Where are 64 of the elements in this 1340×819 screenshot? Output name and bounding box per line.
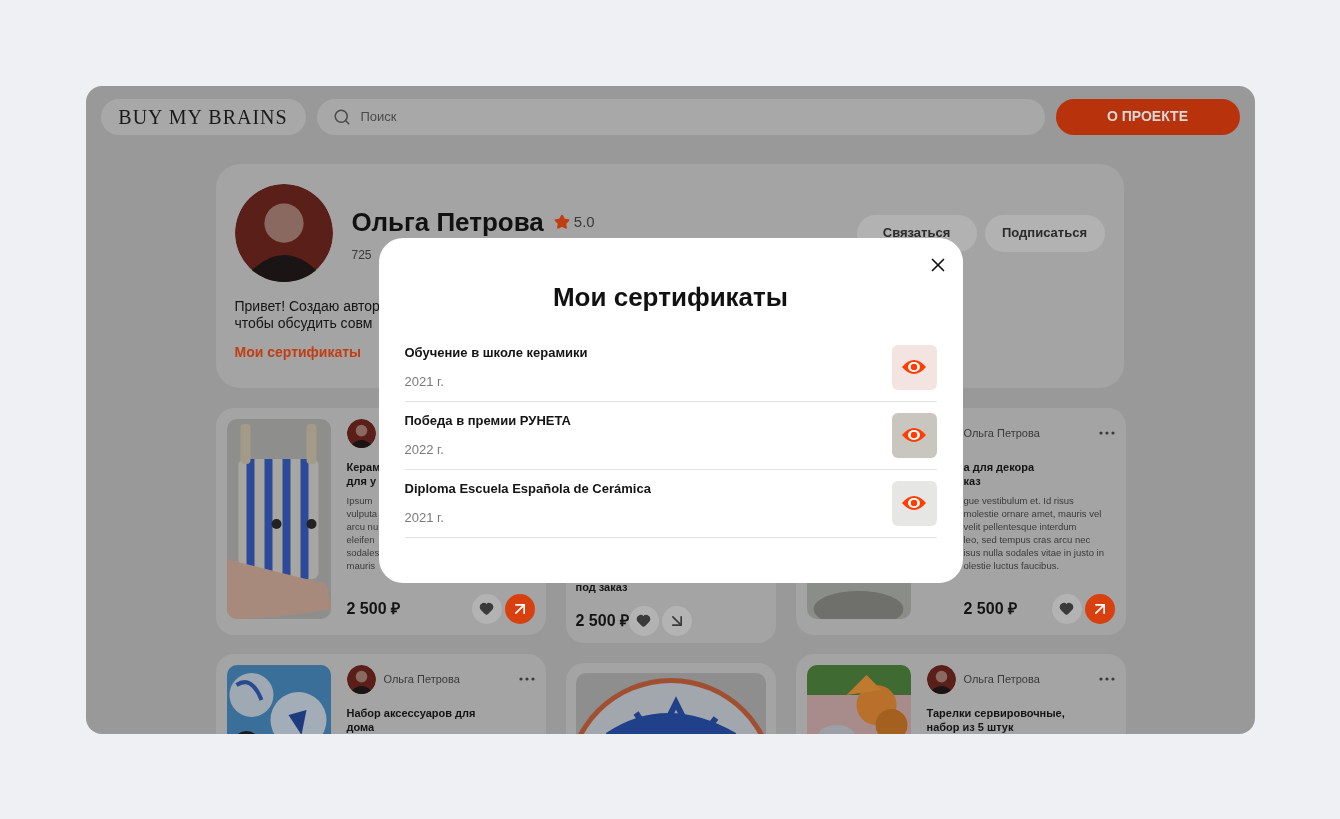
star-icon xyxy=(553,214,570,230)
profile-stats: 725 xyxy=(351,246,373,264)
product-title: а для декора xyxy=(963,459,1035,474)
profile-bio: чтобы обсудить совм xyxy=(234,314,373,332)
more-icon[interactable] xyxy=(1098,431,1115,435)
product-description: gue vestibulum et. Id risus xyxy=(963,493,1074,507)
certificate-title: Победа в премии РУНЕТА xyxy=(404,412,571,430)
product-title: набор из 5 штук xyxy=(926,719,1014,734)
heart-icon xyxy=(636,613,652,628)
product-description: eleifen xyxy=(346,532,375,546)
price: 2 500 ₽ xyxy=(346,598,400,619)
certificate-title: Diploma Escuela Española de Cerámica xyxy=(404,480,651,498)
product-description: mauris xyxy=(346,558,375,572)
rating: 5.0 xyxy=(573,211,595,232)
profile-action-button[interactable]: Подписаться xyxy=(984,214,1105,252)
price: 2 500 ₽ xyxy=(963,598,1017,619)
product-description: olestie luctus faucibus. xyxy=(963,558,1060,572)
search-field[interactable]: Поиск xyxy=(316,98,1045,135)
product-description: velit pellentesque interdum xyxy=(963,519,1077,533)
search-icon xyxy=(332,107,351,126)
view-certificate-button[interactable] xyxy=(891,344,937,390)
product-description: arcu nu xyxy=(346,519,379,533)
certificate-year: 2022 г. xyxy=(404,440,445,459)
author-name: Ольга Петрова xyxy=(963,671,1040,687)
open-button[interactable] xyxy=(504,593,535,624)
profile-name: Ольга Петрова xyxy=(351,205,544,239)
about-button[interactable]: О ПРОЕКТЕ xyxy=(1055,98,1240,135)
certificate-title: Обучение в школе керамики xyxy=(404,344,588,362)
product-title: для у xyxy=(346,473,377,488)
product-title: каз xyxy=(963,473,981,488)
product-description: Ipsum xyxy=(346,493,373,507)
view-certificate-button[interactable] xyxy=(891,480,937,526)
product-description: molestie ornare amet, mauris vel xyxy=(963,506,1102,520)
product-title: Керам xyxy=(346,459,381,474)
price: 2 500 ₽ xyxy=(575,610,629,631)
eye-icon xyxy=(901,426,927,444)
more-icon[interactable] xyxy=(518,677,535,681)
eye-icon xyxy=(901,494,927,512)
favorite-button[interactable] xyxy=(471,593,502,624)
certificate-year: 2021 г. xyxy=(404,508,445,527)
eye-icon xyxy=(901,358,927,376)
product-description: isus nulla sodales vitae in justo in xyxy=(963,545,1104,559)
favorite-button[interactable] xyxy=(1051,593,1082,624)
open-button[interactable] xyxy=(662,605,692,636)
product-title: под заказ xyxy=(575,579,628,594)
view-certificate-button[interactable] xyxy=(891,412,937,458)
logo[interactable]: BUY MY BRAINS xyxy=(100,98,306,135)
product-title: дома xyxy=(346,719,375,734)
author-name: Ольга Петрова xyxy=(383,671,460,687)
profile-bio: Привет! Создаю автор xyxy=(234,297,380,315)
product-description: sodales xyxy=(346,545,380,559)
more-icon[interactable] xyxy=(1098,677,1115,681)
search-input[interactable]: Поиск xyxy=(360,106,1029,127)
modal-title: Мои сертификаты xyxy=(551,281,790,312)
heart-icon xyxy=(1059,601,1074,616)
product-description: leo, sed tempus cras arcu nec xyxy=(963,532,1091,546)
product-title: Набор аксессуаров для xyxy=(346,705,476,720)
certificate-year: 2021 г. xyxy=(404,372,445,391)
favorite-button[interactable] xyxy=(629,605,659,636)
product-title: Тарелки сервировочные, xyxy=(926,705,1065,720)
author-name: Ольга Петрова xyxy=(963,425,1040,441)
heart-icon xyxy=(479,601,494,616)
product-description: vulputa xyxy=(346,506,378,520)
open-button[interactable] xyxy=(1084,593,1115,624)
